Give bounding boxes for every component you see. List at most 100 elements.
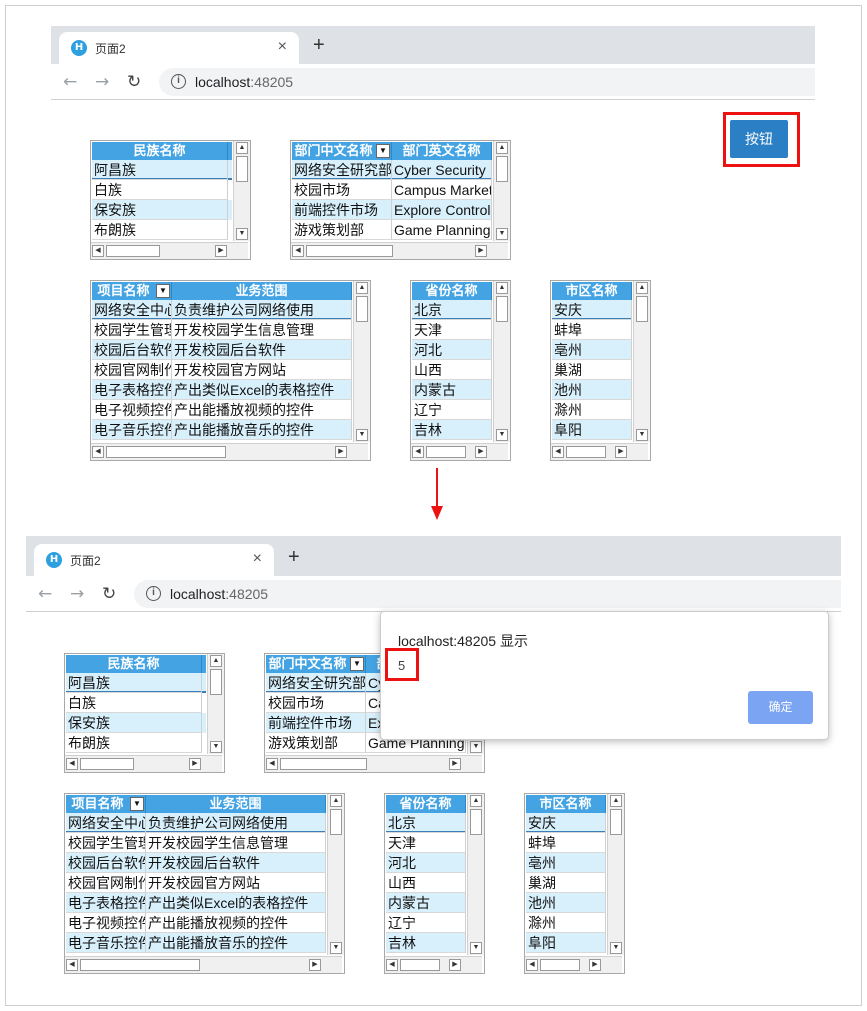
table-row[interactable]: 辽宁: [412, 400, 492, 420]
table-row[interactable]: 内蒙古: [386, 893, 466, 913]
column-header[interactable]: 民族名称: [92, 142, 228, 160]
scroll-right-icon[interactable]: ▶: [335, 446, 347, 458]
scroll-thumb[interactable]: [80, 758, 134, 770]
table-cell[interactable]: 游戏策划部: [266, 733, 366, 753]
table-cell[interactable]: 网络安全中心: [66, 813, 146, 833]
table-cell[interactable]: 开发校园学生信息管理: [172, 320, 352, 340]
back-icon[interactable]: ←: [38, 582, 52, 606]
table-cell[interactable]: 河北: [412, 340, 492, 360]
table-row[interactable]: 电子音乐控件 产出能播放音乐的控件: [66, 933, 326, 953]
scroll-left-icon[interactable]: ◀: [292, 245, 304, 257]
column-header[interactable]: 民族名称: [66, 655, 202, 673]
scroll-right-icon[interactable]: ▶: [215, 245, 227, 257]
scroll-thumb[interactable]: [106, 245, 160, 257]
table-cell[interactable]: 河北: [386, 853, 466, 873]
scroll-thumb[interactable]: [400, 959, 440, 971]
scroll-down-icon[interactable]: ▼: [330, 942, 342, 954]
table-cell[interactable]: 校园后台软件: [66, 853, 146, 873]
table-cell[interactable]: 校园官网制作: [66, 873, 146, 893]
table-row[interactable]: 阜阳: [552, 420, 632, 440]
table-row[interactable]: 校园官网制作 开发校园官方网站: [92, 360, 352, 380]
scroll-right-icon[interactable]: ▶: [449, 758, 461, 770]
scroll-down-icon[interactable]: ▼: [610, 942, 622, 954]
scroll-thumb[interactable]: [426, 446, 466, 458]
scroll-down-icon[interactable]: ▼: [470, 942, 482, 954]
table-cell[interactable]: 辽宁: [412, 400, 492, 420]
horizontal-scrollbar[interactable]: ◀ ▶: [551, 443, 648, 460]
table-cell[interactable]: 电子表格控件: [92, 380, 172, 400]
table-cell[interactable]: 产出类似Excel的表格控件: [172, 380, 352, 400]
table-row[interactable]: 白族: [66, 693, 206, 713]
table-cell[interactable]: 天津: [412, 320, 492, 340]
table-row[interactable]: 校园后台软件 开发校园后台软件: [66, 853, 326, 873]
horizontal-scrollbar[interactable]: ◀ ▶: [525, 956, 622, 973]
scroll-thumb[interactable]: [636, 296, 648, 322]
table-cell[interactable]: 校园学生管理: [92, 320, 172, 340]
table-row[interactable]: 网络安全研究部Cyber Security: [292, 160, 492, 180]
scroll-right-icon[interactable]: ▶: [449, 959, 461, 971]
table-row[interactable]: 阿昌族: [66, 673, 206, 693]
table-cell[interactable]: 保安族: [92, 200, 228, 220]
table-cell[interactable]: Campus Market: [392, 180, 492, 200]
info-icon[interactable]: i: [171, 74, 186, 89]
table-cell[interactable]: 产出类似Excel的表格控件: [146, 893, 326, 913]
filter-dropdown-icon[interactable]: ▼: [376, 144, 390, 158]
table-row[interactable]: 池州: [552, 380, 632, 400]
scroll-up-icon[interactable]: ▲: [470, 795, 482, 807]
table-cell[interactable]: 山西: [412, 360, 492, 380]
table-cell[interactable]: 北京: [386, 813, 466, 833]
column-header[interactable]: 部门中文名称 ▼: [266, 655, 366, 673]
column-header[interactable]: 部门英文名称: [392, 142, 492, 160]
table-row[interactable]: 天津: [412, 320, 492, 340]
horizontal-scrollbar[interactable]: ◀ ▶: [65, 956, 342, 973]
table-cell[interactable]: 开发校园后台软件: [172, 340, 352, 360]
scroll-thumb[interactable]: [470, 809, 482, 835]
table-row[interactable]: 阿昌族: [92, 160, 232, 180]
table-cell[interactable]: 吉林: [412, 420, 492, 440]
scroll-up-icon[interactable]: ▲: [330, 795, 342, 807]
address-bar[interactable]: i localhost:48205: [134, 580, 841, 608]
vertical-scrollbar[interactable]: ▲▼: [493, 141, 510, 241]
table-row[interactable]: 校园官网制作 开发校园官方网站: [66, 873, 326, 893]
scroll-thumb[interactable]: [106, 446, 226, 458]
scroll-thumb[interactable]: [496, 156, 508, 182]
table-cell[interactable]: 巢湖: [526, 873, 606, 893]
table-cell[interactable]: 内蒙古: [386, 893, 466, 913]
table-row[interactable]: 北京: [386, 813, 466, 833]
forward-icon[interactable]: →: [70, 582, 84, 606]
table-row[interactable]: 布朗族: [92, 220, 232, 240]
table-row[interactable]: 保安族: [92, 200, 232, 220]
table-cell[interactable]: 电子表格控件: [66, 893, 146, 913]
vertical-scrollbar[interactable]: ▲▼: [607, 794, 624, 955]
horizontal-scrollbar[interactable]: ◀ ▶: [65, 755, 222, 772]
ok-button[interactable]: 确定: [748, 691, 813, 724]
table-cell[interactable]: 电子视频控件: [66, 913, 146, 933]
table-cell[interactable]: 阜阳: [552, 420, 632, 440]
scroll-thumb[interactable]: [236, 156, 248, 182]
scroll-thumb[interactable]: [566, 446, 606, 458]
column-header[interactable]: 市区名称: [526, 795, 606, 813]
table-row[interactable]: 亳州: [526, 853, 606, 873]
vertical-scrollbar[interactable]: ▲▼: [233, 141, 250, 241]
scroll-up-icon[interactable]: ▲: [356, 282, 368, 294]
column-header[interactable]: 项目名称 ▼: [92, 282, 172, 300]
scroll-down-icon[interactable]: ▼: [356, 429, 368, 441]
reload-icon[interactable]: ↻: [102, 582, 116, 606]
table-cell[interactable]: 池州: [526, 893, 606, 913]
table-cell[interactable]: 校园市场: [266, 693, 366, 713]
grid-nation[interactable]: 民族名称 阿昌族 白族 保安族 布朗族 ▲ ▼ ◀ ▶: [64, 653, 225, 773]
table-cell[interactable]: 滁州: [552, 400, 632, 420]
scroll-left-icon[interactable]: ◀: [552, 446, 564, 458]
table-cell[interactable]: 布朗族: [66, 733, 202, 753]
scroll-down-icon[interactable]: ▼: [636, 429, 648, 441]
column-header[interactable]: 部门中文名称 ▼: [292, 142, 392, 160]
table-row[interactable]: 蚌埠: [552, 320, 632, 340]
table-cell[interactable]: 产出能播放视频的控件: [146, 913, 326, 933]
reload-icon[interactable]: ↻: [127, 70, 141, 94]
table-cell[interactable]: 电子音乐控件: [92, 420, 172, 440]
table-row[interactable]: 前端控件市场 Explore Controls: [292, 200, 492, 220]
scroll-right-icon[interactable]: ▶: [309, 959, 321, 971]
scroll-thumb[interactable]: [80, 959, 200, 971]
table-cell[interactable]: 阿昌族: [66, 673, 202, 693]
table-row[interactable]: 安庆: [552, 300, 632, 320]
